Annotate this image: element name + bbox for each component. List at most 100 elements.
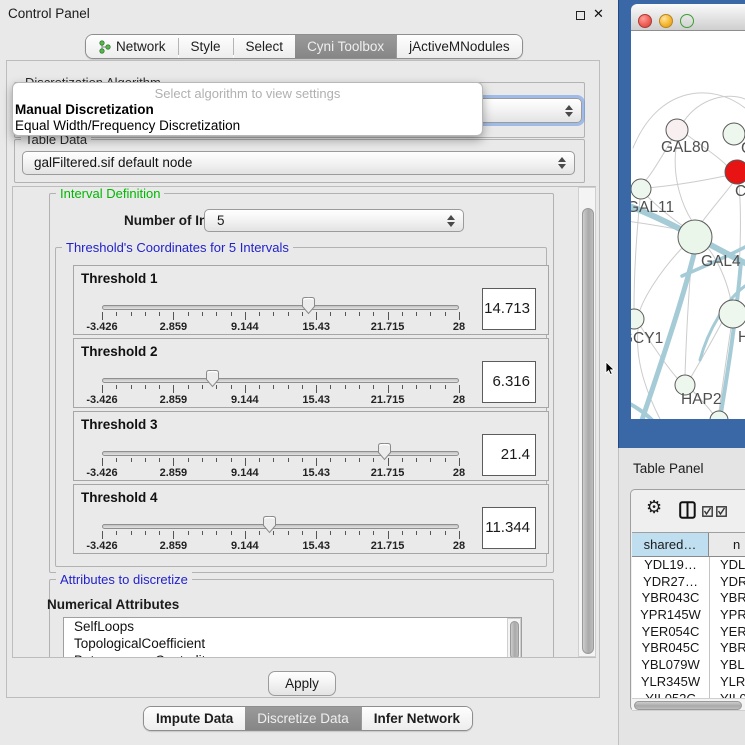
table-row[interactable]: YBR045CYBR0	[632, 640, 745, 657]
popup-prompt-item[interactable]: Select algorithm to view settings	[13, 85, 482, 102]
slider-track[interactable]	[102, 378, 459, 383]
threshold-value-field[interactable]: 14.713	[482, 288, 536, 330]
slider-tick	[188, 312, 189, 316]
list-scrollbar[interactable]	[507, 618, 521, 658]
column-header-shared-name[interactable]: shared…	[632, 533, 709, 556]
slider-tick-label: 28	[453, 540, 465, 552]
table-row[interactable]: YPR145WYPR1	[632, 607, 745, 624]
slider-tick	[302, 458, 303, 462]
attribute-list-item[interactable]: TopologicalCoefficient	[64, 635, 521, 652]
cell-shared-name[interactable]: YBR043C	[632, 590, 710, 607]
slider-thumb[interactable]	[204, 369, 221, 391]
slider-track[interactable]	[102, 524, 459, 529]
table-data-combobox[interactable]: galFiltered.sif default node	[22, 151, 575, 175]
network-node-GCY1[interactable]	[631, 309, 644, 329]
network-node-label: C	[735, 183, 745, 200]
network-node-node-clipped-bottom[interactable]	[710, 411, 728, 419]
tab-infer-network[interactable]: Infer Network	[361, 707, 472, 730]
slider-tick	[216, 458, 217, 462]
float-icon[interactable]	[576, 11, 585, 20]
slider-tick	[102, 531, 103, 539]
apply-button[interactable]: Apply	[268, 671, 336, 696]
table-row[interactable]: YER054CYER0	[632, 624, 745, 641]
slider-thumb[interactable]	[300, 296, 317, 318]
slider-tick	[102, 458, 103, 466]
tab-discretize-data[interactable]: Discretize Data	[245, 707, 361, 730]
table-row[interactable]: YBL079WYBL0	[632, 657, 745, 674]
slider-tick	[402, 531, 403, 535]
column-layout-icon[interactable]	[679, 501, 696, 522]
settings-scrollbar[interactable]	[578, 187, 596, 657]
slider-tick	[273, 312, 274, 316]
cell-shared-name[interactable]: YER054C	[632, 624, 710, 641]
close-traffic-light[interactable]	[638, 14, 652, 28]
slider-track[interactable]	[102, 305, 459, 310]
slider-tick	[416, 531, 417, 535]
network-node-node-H[interactable]	[719, 300, 745, 328]
tab-select-label: Select	[246, 39, 284, 54]
slider-tick	[430, 531, 431, 535]
threshold-value-field[interactable]: 6.316	[482, 361, 536, 403]
tab-style[interactable]: Style	[179, 35, 233, 58]
table-row[interactable]: YDR27…YDR2	[632, 574, 745, 591]
table-panel: Table Panel ⚙ shared…	[618, 448, 745, 745]
network-window-titlebar[interactable]	[631, 4, 745, 31]
slider-thumb[interactable]	[376, 442, 393, 464]
cell-shared-name[interactable]: YBL079W	[632, 657, 710, 674]
bottom-tab-bar: Impute Data Discretize Data Infer Networ…	[143, 706, 473, 731]
popup-option-manual-discretization[interactable]: Manual Discretization	[13, 102, 482, 118]
zoom-traffic-light[interactable]	[680, 14, 694, 28]
cell-name[interactable]: YDL1	[710, 557, 745, 574]
slider-thumb[interactable]	[261, 515, 278, 537]
cell-shared-name[interactable]: YLR345W	[632, 674, 710, 691]
network-node-GAL4[interactable]	[678, 220, 712, 254]
network-canvas[interactable]: GAL80GACGAL11GAL4GCY1HHAP2	[631, 31, 745, 419]
cell-shared-name[interactable]: YBR045C	[632, 640, 710, 657]
slider-tick	[188, 531, 189, 535]
column-header-name[interactable]: n	[709, 533, 745, 556]
cell-name[interactable]: YPR1	[710, 607, 745, 624]
cell-shared-name[interactable]: YIL052C	[632, 691, 710, 699]
table-settings-icon[interactable]: ⚙	[646, 497, 662, 518]
attributes-list-items: SelfLoopsTopologicalCoefficientBetweenne…	[64, 618, 521, 658]
network-node-GAL11[interactable]	[631, 179, 651, 199]
cell-name[interactable]: YBR0	[710, 640, 745, 657]
slider-tick	[116, 312, 117, 316]
table-row[interactable]: YLR345WYLR3	[632, 674, 745, 691]
cell-name[interactable]: YBR0	[710, 590, 745, 607]
popup-option-equal-width-frequency[interactable]: Equal Width/Frequency Discretization	[13, 118, 482, 134]
tab-cyni-toolbox[interactable]: Cyni Toolbox	[295, 35, 396, 58]
network-node-red-node[interactable]	[725, 160, 745, 184]
table-hscrollbar[interactable]	[632, 698, 745, 711]
cell-name[interactable]: YBL0	[710, 657, 745, 674]
tab-network-label: Network	[116, 39, 166, 54]
cell-shared-name[interactable]: YDL19…	[632, 557, 710, 574]
table-row[interactable]: YBR043CYBR0	[632, 590, 745, 607]
cell-shared-name[interactable]: YPR145W	[632, 607, 710, 624]
tab-impute-data[interactable]: Impute Data	[144, 707, 245, 730]
table-row[interactable]: YDL19…YDL1	[632, 557, 745, 574]
attribute-list-item[interactable]: SelfLoops	[64, 618, 521, 635]
cell-name[interactable]: YDR2	[710, 574, 745, 591]
minimize-traffic-light[interactable]	[659, 14, 673, 28]
table-row[interactable]: YIL052CYIL0	[632, 691, 745, 699]
slider-track[interactable]	[102, 451, 459, 456]
tab-network[interactable]: Network	[86, 35, 178, 58]
network-node-GAL80[interactable]	[666, 119, 688, 141]
threshold-value-field[interactable]: 21.4	[482, 434, 536, 476]
attribute-list-item[interactable]: BetweennessCentrality	[64, 652, 521, 658]
cell-name[interactable]: YIL0	[710, 691, 745, 699]
close-icon[interactable]: ✕	[593, 6, 604, 22]
cell-shared-name[interactable]: YDR27…	[632, 574, 710, 591]
cell-name[interactable]: YER0	[710, 624, 745, 641]
slider-tick	[159, 385, 160, 389]
tab-select[interactable]: Select	[234, 35, 296, 58]
slider-tick-label: 28	[453, 321, 465, 333]
threshold-value-field[interactable]: 11.344	[482, 507, 536, 549]
combo-arrows-icon	[565, 105, 573, 117]
network-node-label: GAL11	[631, 199, 674, 216]
tab-jactivemnodules[interactable]: jActiveMNodules	[396, 35, 522, 58]
select-columns-icon[interactable]	[702, 505, 728, 520]
slider-tick	[373, 385, 374, 389]
cell-name[interactable]: YLR3	[710, 674, 745, 691]
